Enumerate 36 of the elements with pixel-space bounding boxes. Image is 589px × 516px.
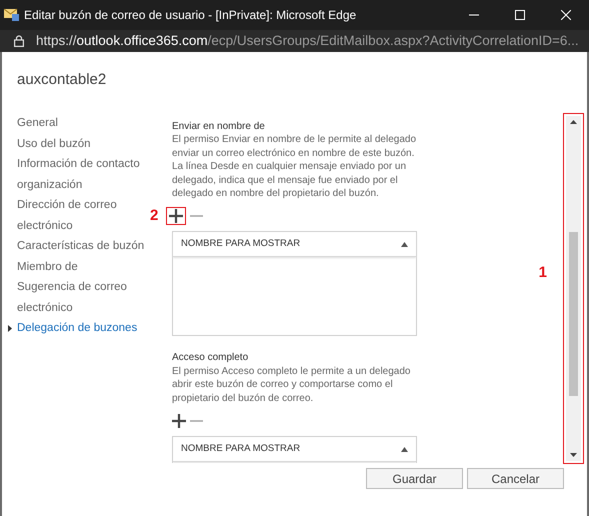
nav-item[interactable]: General — [8, 113, 152, 134]
scroll-up-icon[interactable] — [570, 120, 577, 124]
close-icon[interactable] — [561, 10, 571, 20]
column-label: NOMBRE PARA MOSTRAR — [181, 442, 300, 456]
nav-item[interactable]: Sugerencia de correo electrónico — [8, 277, 152, 318]
save-button[interactable]: Guardar — [366, 468, 463, 489]
mailbox-name: auxcontable2 — [16, 70, 108, 90]
section-description: El permiso Acceso completo le permite a un delegado abrir este buzón de correo y comportarse como el propietario del buzón de correo. — [172, 364, 412, 406]
nav-item[interactable]: Información de contacto — [8, 154, 152, 174]
nav-item[interactable]: Dirección de correo electrónico — [8, 195, 152, 236]
maximize-icon[interactable] — [515, 10, 525, 20]
window-title: Editar buzón de correo de usuario - [InPrivate]: Microsoft Edge — [24, 7, 358, 24]
scroll-down-icon[interactable] — [570, 453, 577, 457]
scrollbar-thumb[interactable] — [569, 232, 578, 396]
column-header[interactable]: NOMBRE PARA MOSTRAR — [173, 437, 416, 462]
section-title: Enviar en nombre de — [172, 120, 266, 134]
section-title: Acceso completo — [172, 351, 250, 365]
scrollbar[interactable] — [563, 113, 584, 464]
column-header[interactable]: NOMBRE PARA MOSTRAR — [173, 232, 416, 258]
nav-item[interactable]: Características de buzón — [8, 236, 152, 256]
sort-icon — [401, 242, 408, 247]
section-description: El permiso Enviar en nombre de le permite al delegado enviar un correo electrónico en nombre de este buzón. La línea Desde en cualquier mensaje enviado por un delegado, indica que el mensaje fue enviado por el delegado en nombre del propietario del buzón. — [172, 133, 418, 200]
cancel-button[interactable]: Cancelar — [467, 468, 564, 489]
annotation-number: 2 — [150, 206, 158, 226]
nav-item[interactable]: Delegación de buzones — [8, 318, 152, 338]
nav-item[interactable]: organización — [8, 174, 152, 195]
lock-icon — [14, 35, 24, 47]
column-label: NOMBRE PARA MOSTRAR — [181, 237, 300, 252]
nav-item[interactable]: Miembro de — [8, 256, 152, 277]
mail-icon — [4, 8, 20, 22]
add-icon[interactable] — [166, 207, 186, 226]
add-icon[interactable] — [172, 414, 186, 428]
nav-item[interactable]: Uso del buzón — [8, 134, 152, 154]
selected-marker-icon — [8, 325, 12, 332]
sort-icon — [401, 446, 408, 452]
annotation-number: 1 — [538, 263, 547, 284]
